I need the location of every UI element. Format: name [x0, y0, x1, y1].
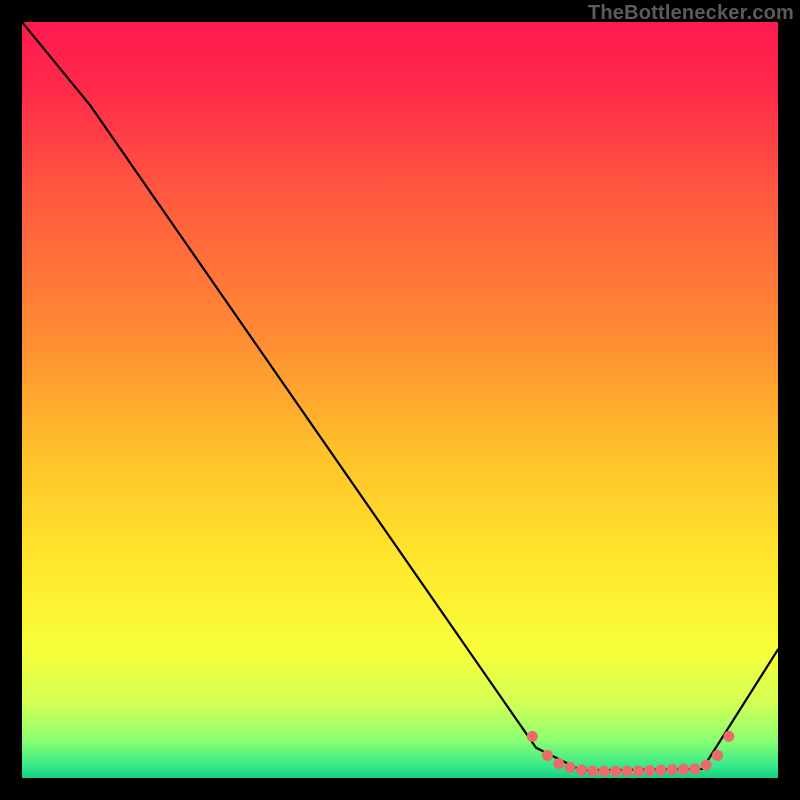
marker-dot [576, 765, 587, 776]
bottleneck-chart [22, 22, 778, 778]
marker-dot [621, 766, 632, 777]
marker-dot [599, 766, 610, 777]
marker-dot [723, 731, 734, 742]
chart-frame [22, 22, 778, 778]
marker-dot [712, 750, 723, 761]
marker-dot [527, 731, 538, 742]
gradient-backdrop [22, 22, 778, 778]
marker-dot [667, 764, 678, 775]
marker-dot [678, 764, 689, 775]
marker-dot [542, 750, 553, 761]
marker-dot [633, 765, 644, 776]
marker-dot [610, 766, 621, 777]
watermark-text: TheBottlenecker.com [588, 2, 794, 25]
marker-dot [553, 758, 564, 769]
marker-dot [655, 765, 666, 776]
marker-dot [689, 763, 700, 774]
marker-dot [565, 762, 576, 773]
marker-dot [587, 765, 598, 776]
marker-dot [701, 760, 712, 771]
marker-dot [644, 765, 655, 776]
